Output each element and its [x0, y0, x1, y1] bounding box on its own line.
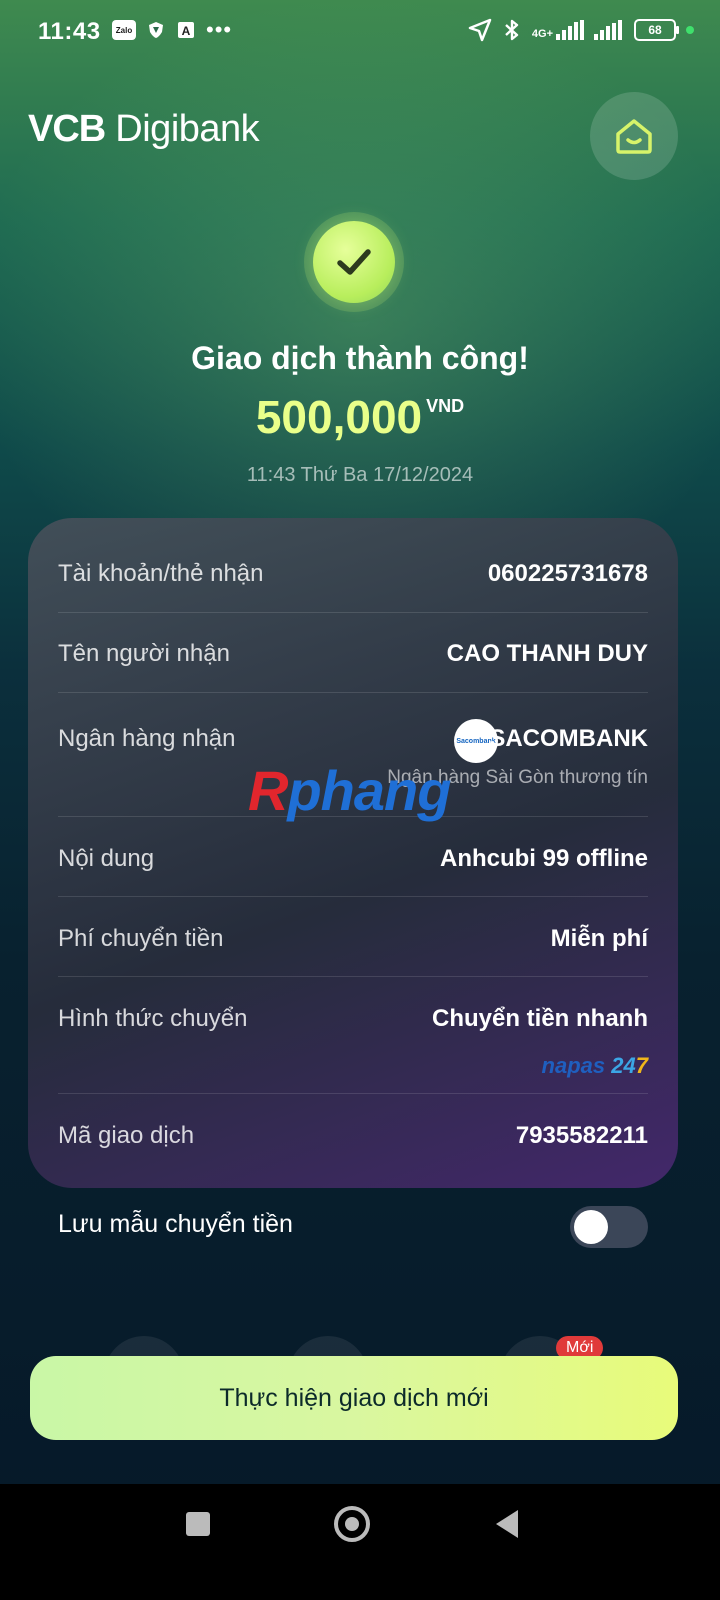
more-notifications-icon: ••• [206, 17, 233, 42]
notification-icons: Zalo A ••• [112, 17, 233, 42]
zalo-icon: Zalo [112, 20, 136, 40]
status-time: 11:43 [38, 18, 101, 45]
home-button[interactable] [590, 92, 678, 180]
amount-value: 500,000 [255, 391, 423, 443]
method-value: Chuyển tiền nhanh [432, 1005, 648, 1032]
new-transaction-button[interactable]: Thực hiện giao dịch mới [30, 1356, 678, 1440]
transaction-details-card: Tài khoản/thẻ nhận 060225731678 Tên ngườ… [28, 518, 678, 1188]
vcb-digibank-logo: VCB Digibank [28, 108, 260, 151]
brand-vcb: VCB [28, 108, 106, 150]
amount-display: 500,000 VND [0, 390, 720, 444]
signal-icon [594, 20, 622, 40]
transaction-id-label: Mã giao dịch [58, 1122, 195, 1149]
navigation-bar [0, 1484, 720, 1600]
currency-label: VND [426, 396, 465, 416]
content-value: Anhcubi 99 offline [439, 845, 648, 872]
save-template-toggle[interactable] [570, 1206, 648, 1248]
bank-value: SACOMBANK [489, 725, 648, 752]
transaction-datetime: 11:43 Thứ Ba 17/12/2024 [246, 464, 474, 486]
napas247-logo: napas 247 [541, 1053, 648, 1078]
home-nav-icon[interactable] [334, 1506, 370, 1542]
toggle-knob [574, 1210, 608, 1244]
bluetooth-icon [505, 19, 519, 41]
brand-digibank: Digibank [115, 108, 260, 150]
save-template-label: Lưu mẫu chuyển tiền [58, 1210, 293, 1238]
checkmark-icon [313, 221, 395, 303]
divider [58, 896, 648, 897]
fee-value: Miễn phí [550, 925, 648, 952]
recipient-value: CAO THANH DUY [446, 640, 648, 667]
svg-text:A: A [182, 24, 191, 38]
watermark-logo: Rphang [248, 759, 451, 822]
vpn-shield-icon [146, 20, 166, 40]
divider [58, 692, 648, 693]
battery-icon: 68 [634, 19, 679, 41]
content-label: Nội dung [58, 845, 155, 872]
divider [58, 1093, 648, 1094]
location-icon [468, 18, 492, 42]
system-icons: 4G+ 68 [468, 18, 694, 42]
transaction-id-value: 7935582211 [515, 1122, 648, 1149]
method-label: Hình thức chuyển [58, 1005, 248, 1032]
signal-4g-icon: 4G+ [532, 20, 584, 40]
divider [58, 976, 648, 977]
home-smile-icon [616, 119, 652, 154]
fee-label: Phí chuyển tiền [58, 925, 224, 952]
status-bar: 11:43 Zalo A ••• 4G+ 68 [0, 0, 720, 68]
recents-icon[interactable] [186, 1512, 210, 1536]
bank-label: Ngân hàng nhận [58, 725, 236, 752]
account-value: 060225731678 [487, 560, 648, 587]
divider [58, 612, 648, 613]
text-a-icon: A [176, 20, 196, 40]
recipient-label: Tên người nhận [58, 640, 230, 667]
back-icon[interactable] [496, 1510, 518, 1538]
privacy-dot-icon [686, 26, 694, 34]
success-badge [304, 212, 404, 312]
success-title: Giao dịch thành công! [191, 340, 529, 376]
account-label: Tài khoản/thẻ nhận [58, 560, 264, 587]
